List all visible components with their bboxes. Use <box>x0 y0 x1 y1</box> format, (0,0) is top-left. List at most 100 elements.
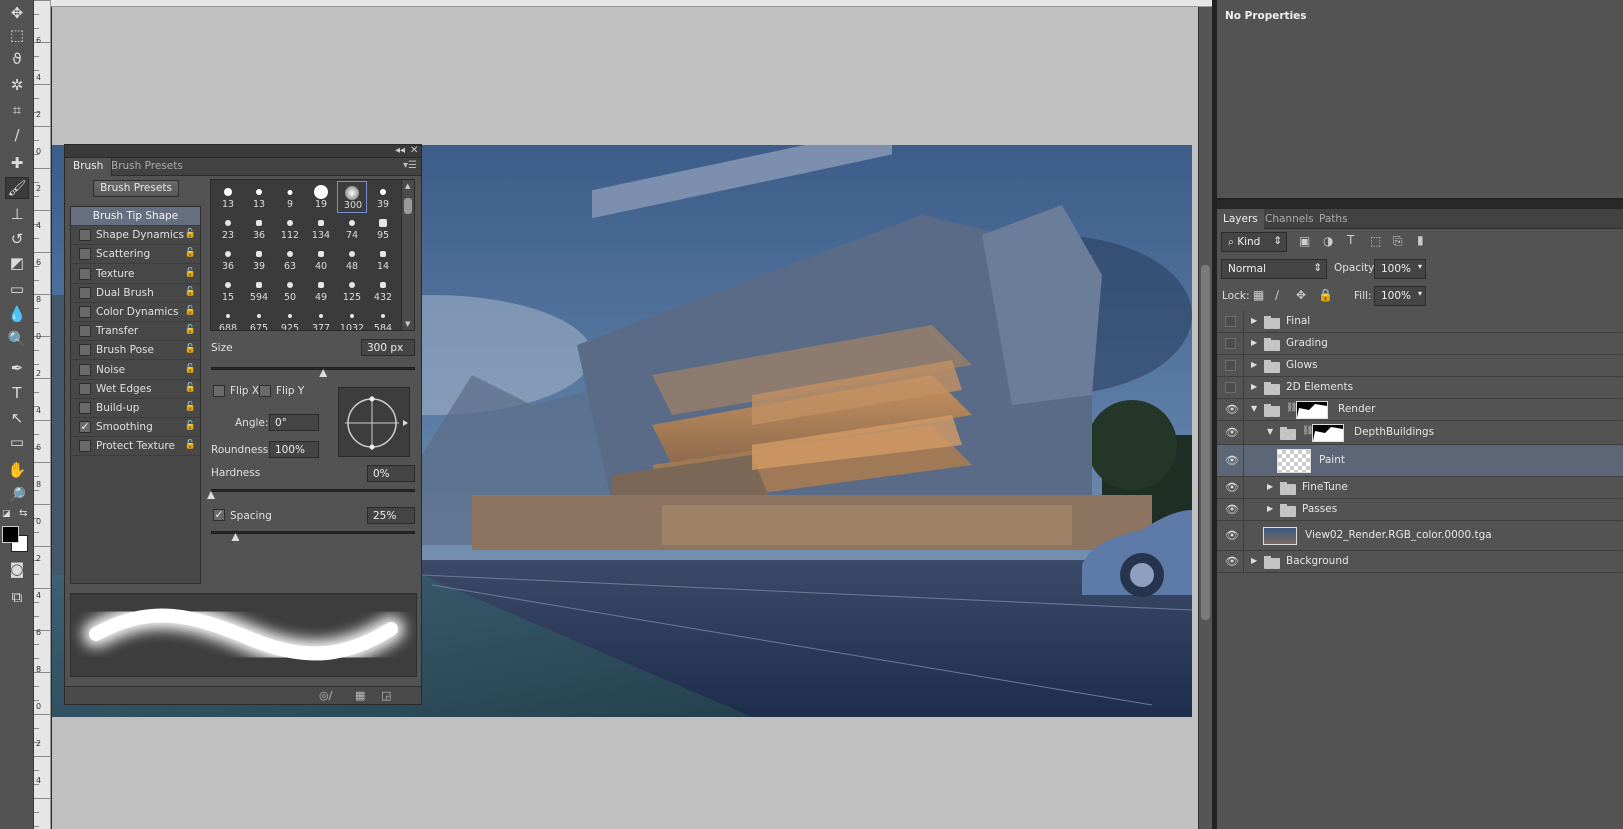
brush-tip[interactable]: 23 <box>213 212 243 244</box>
pixel-filter-icon[interactable]: ▣ <box>1299 234 1310 248</box>
checkbox[interactable] <box>79 267 91 280</box>
brush-tip[interactable]: 36 <box>244 212 274 244</box>
checkbox[interactable] <box>79 325 91 338</box>
move-tool-icon[interactable]: ✥ <box>5 2 29 24</box>
brush-tip[interactable]: 9 <box>275 181 305 213</box>
crop-tool-icon[interactable]: ⌗ <box>5 99 29 121</box>
checked-checkbox[interactable]: ✓ <box>79 421 91 434</box>
lock-icon[interactable]: 🔓 <box>185 248 196 258</box>
eye-icon[interactable]: 👁 <box>1225 529 1239 542</box>
brush-tip[interactable]: 39 <box>244 243 274 275</box>
blend-mode-select[interactable]: Normal ⇕ <box>1221 259 1327 279</box>
chevron-right-icon[interactable]: ▶ <box>1251 556 1257 565</box>
history-brush-tool-icon[interactable]: ↺ <box>5 228 29 250</box>
tab-paths[interactable]: Paths <box>1313 209 1354 229</box>
brush-tip[interactable]: 377 <box>306 305 336 330</box>
scroll-up-icon[interactable]: ▲ <box>405 182 410 190</box>
scrollbar-thumb[interactable] <box>1201 265 1210 620</box>
lasso-tool-icon[interactable]: ϑ <box>5 48 29 70</box>
size-slider[interactable] <box>211 367 415 370</box>
eye-icon[interactable]: 👁 <box>1225 481 1239 494</box>
checkbox[interactable] <box>79 306 91 318</box>
image-thumbnail[interactable] <box>1263 527 1297 545</box>
brush-tip[interactable]: 1032 <box>337 305 367 330</box>
scrollbar-thumb[interactable] <box>404 198 412 214</box>
angle-field[interactable]: 0° <box>269 414 319 431</box>
eye-icon[interactable]: 👁 <box>1225 403 1239 416</box>
brush-option-noise[interactable]: Noise 🔓 <box>71 361 200 380</box>
lock-icon[interactable]: 🔓 <box>185 268 196 278</box>
spacing-slider[interactable] <box>211 531 415 534</box>
close-icon[interactable]: ✕ <box>410 145 418 156</box>
checkbox[interactable] <box>79 382 91 395</box>
chevron-down-icon[interactable]: ▾ <box>1418 262 1422 271</box>
spacing-slider-knob[interactable] <box>231 533 240 541</box>
lock-transparent-icon[interactable]: ▦ <box>1253 288 1264 302</box>
zoom-tool-icon[interactable]: 🔎 <box>5 484 29 506</box>
eyedropper-tool-icon[interactable]: ∕ <box>5 124 29 146</box>
chevron-right-icon[interactable]: ▶ <box>1267 482 1273 491</box>
layer-row-render[interactable]: 👁 ▼ ⛓ Render <box>1217 399 1623 421</box>
canvas-vertical-scrollbar[interactable] <box>1198 7 1212 829</box>
eye-icon[interactable]: 👁 <box>1225 454 1239 467</box>
layer-row-paint[interactable]: 👁 Paint <box>1217 445 1623 477</box>
checkbox[interactable] <box>79 402 91 414</box>
brush-tip[interactable]: 50 <box>275 274 305 306</box>
checkbox[interactable] <box>79 229 91 242</box>
collapse-icon[interactable]: ◂◂ <box>395 145 405 156</box>
hardness-slider-knob[interactable] <box>207 491 215 499</box>
scroll-down-icon[interactable]: ▼ <box>405 320 410 328</box>
lock-icon[interactable]: 🔓 <box>185 440 196 450</box>
brush-tip[interactable]: 36 <box>213 243 243 275</box>
default-colors-icon[interactable]: ◪ <box>2 509 11 519</box>
layer-row-finetune[interactable]: 👁 ▶ FineTune <box>1217 477 1623 499</box>
spacing-field[interactable]: 25% <box>367 507 415 524</box>
healing-brush-tool-icon[interactable]: ✚ <box>5 152 29 174</box>
eye-icon[interactable]: 👁 <box>1225 426 1239 439</box>
hardness-field[interactable]: 0% <box>367 465 415 482</box>
checkbox[interactable] <box>79 363 91 376</box>
tab-brush-presets[interactable]: Brush Presets <box>103 158 191 176</box>
chevron-down-icon[interactable]: ▾ <box>1418 289 1422 298</box>
brush-option-transfer[interactable]: Transfer 🔓 <box>71 322 200 342</box>
brush-tip[interactable]: 594 <box>244 274 274 306</box>
opacity-field[interactable]: 100% ▾ <box>1374 259 1426 279</box>
layer-row-depthbuildings[interactable]: 👁 ▼ ⛓ DepthBuildings <box>1217 421 1623 445</box>
chevron-down-icon[interactable]: ▼ <box>1251 404 1257 413</box>
filter-kind-select[interactable]: ⌕ Kind ⇕ <box>1221 232 1287 252</box>
size-slider-knob[interactable] <box>319 369 328 377</box>
lock-icon[interactable]: 🔓 <box>185 364 196 374</box>
hand-tool-icon[interactable]: ✋ <box>5 459 29 481</box>
brush-tip[interactable]: 74 <box>337 212 367 244</box>
checkbox[interactable] <box>79 440 91 453</box>
brush-option-protect-texture[interactable]: Protect Texture 🔓 <box>71 437 200 457</box>
checkbox[interactable] <box>79 344 91 357</box>
spacing-checkbox[interactable]: ✓ <box>213 509 225 521</box>
chevron-right-icon[interactable]: ▶ <box>1251 338 1257 347</box>
fill-field[interactable]: 100% ▾ <box>1374 286 1426 306</box>
brush-tip[interactable]: 19 <box>306 181 336 213</box>
brush-tip[interactable]: 675 <box>244 305 274 330</box>
chevron-right-icon[interactable]: ▶ <box>1251 316 1257 325</box>
marquee-tool-icon[interactable]: ⬚ <box>5 24 29 46</box>
brush-presets-button[interactable]: Brush Presets <box>93 180 179 197</box>
lock-all-icon[interactable]: 🔒 <box>1318 288 1333 302</box>
adjustment-filter-icon[interactable]: ◑ <box>1323 234 1333 248</box>
layer-row-2d-elements[interactable]: ▶ 2D Elements <box>1217 377 1623 399</box>
visibility-toggle[interactable] <box>1225 316 1236 327</box>
brush-tool-icon[interactable]: 🖌 <box>5 177 29 199</box>
brush-tip[interactable]: 300 <box>337 181 367 213</box>
open-presets-icon[interactable]: ▦ <box>355 689 365 702</box>
brush-tip[interactable]: 584 <box>368 305 398 330</box>
brush-tip[interactable]: 134 <box>306 212 336 244</box>
flip-x-checkbox[interactable] <box>213 385 225 397</box>
brush-tip[interactable]: 95 <box>368 212 398 244</box>
chevron-down-icon[interactable]: ▼ <box>1267 427 1273 436</box>
visibility-toggle[interactable] <box>1225 360 1236 371</box>
layer-row-glows[interactable]: ▶ Glows <box>1217 355 1623 377</box>
brush-tip[interactable]: 125 <box>337 274 367 306</box>
screen-mode-icon[interactable]: ⧉ <box>5 586 29 608</box>
magic-wand-tool-icon[interactable]: ✲ <box>5 74 29 96</box>
lock-icon[interactable]: 🔓 <box>185 421 196 431</box>
brush-option-brush-tip-shape[interactable]: Brush Tip Shape <box>71 207 200 226</box>
